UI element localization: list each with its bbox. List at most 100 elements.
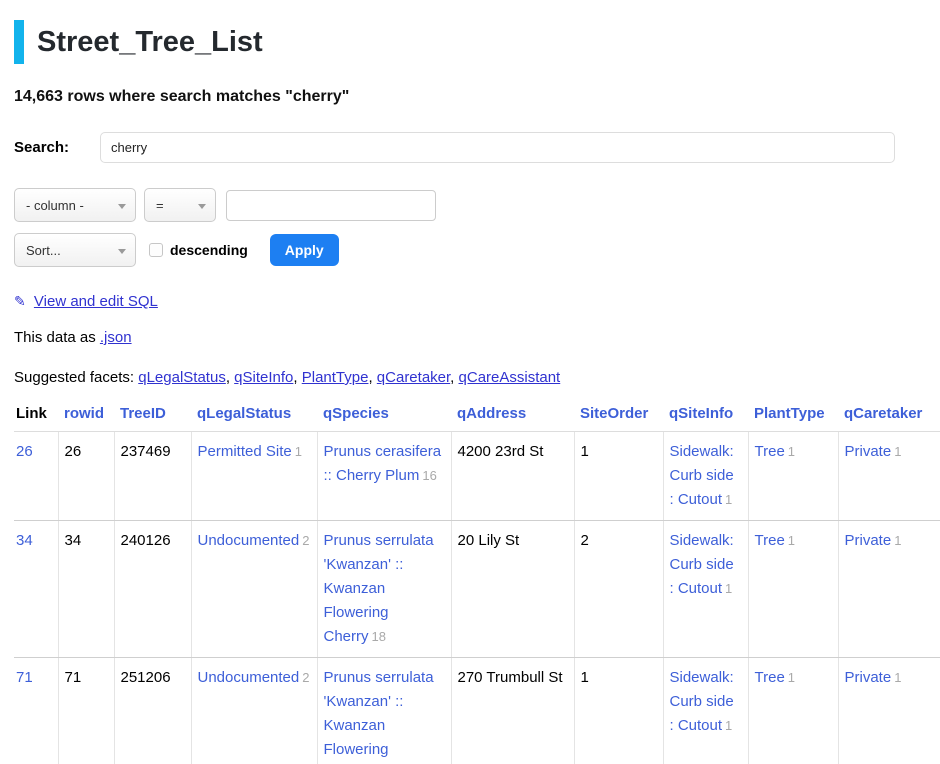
cell-qaddress: 270 Trumbull St xyxy=(451,658,574,764)
operator-select[interactable]: = xyxy=(144,188,216,222)
row-count-summary: 14,663 rows where search matches "cherry… xyxy=(14,88,940,106)
planttype-facet-link[interactable]: Tree xyxy=(755,669,785,686)
column-header-treeid: TreeID xyxy=(114,401,191,432)
facet-count: 1 xyxy=(725,581,732,596)
descending-checkbox[interactable] xyxy=(149,243,163,257)
cell-qaddress: 20 Lily St xyxy=(451,521,574,658)
cell-qaddress: 4200 23rd St xyxy=(451,432,574,521)
facet-separator: , xyxy=(226,369,234,386)
facets-prefix: Suggested facets: xyxy=(14,369,138,386)
facet-link-qcareassistant[interactable]: qCareAssistant xyxy=(459,369,561,386)
qcaretaker-facet-link[interactable]: Private xyxy=(845,443,892,460)
cell-planttype: Tree1 xyxy=(748,658,838,764)
cell-treeid: 237469 xyxy=(114,432,191,521)
json-link[interactable]: .json xyxy=(100,329,132,346)
search-label: Search: xyxy=(14,139,100,156)
facet-count: 1 xyxy=(788,533,795,548)
cell-rowid: 71 xyxy=(58,658,114,764)
cell-planttype: Tree1 xyxy=(748,521,838,658)
cell-siteorder: 2 xyxy=(574,521,663,658)
facet-count: 1 xyxy=(788,670,795,685)
cell-planttype: Tree1 xyxy=(748,432,838,521)
table-row: 26 26 237469 Permitted Site1 Prunus cera… xyxy=(14,432,940,521)
column-select-value: - column - xyxy=(26,198,84,213)
facet-separator: , xyxy=(293,369,301,386)
chevron-down-icon xyxy=(118,249,126,254)
facet-link-qsiteinfo[interactable]: qSiteInfo xyxy=(234,369,293,386)
page-title: Street_Tree_List xyxy=(37,26,263,59)
chevron-down-icon xyxy=(198,204,206,209)
page-header: Street_Tree_List xyxy=(14,20,940,64)
column-header-rowid: rowid xyxy=(58,401,114,432)
sort-row: Sort... descending Apply xyxy=(14,233,940,267)
planttype-facet-link[interactable]: Tree xyxy=(755,443,785,460)
facet-count: 1 xyxy=(894,533,901,548)
facet-count: 1 xyxy=(894,444,901,459)
cell-qsiteinfo: Sidewalk: Curb side : Cutout1 xyxy=(663,432,748,521)
qlegalstatus-facet-link[interactable]: Permitted Site xyxy=(198,443,292,460)
qcaretaker-facet-link[interactable]: Private xyxy=(845,532,892,549)
cell-siteorder: 1 xyxy=(574,658,663,764)
cell-qsiteinfo: Sidewalk: Curb side : Cutout1 xyxy=(663,521,748,658)
sort-column-planttype[interactable]: PlantType xyxy=(754,405,825,422)
facet-separator: , xyxy=(450,369,458,386)
results-table: Link rowid TreeID qLegalStatus qSpecies … xyxy=(14,401,940,764)
facet-link-qlegalstatus[interactable]: qLegalStatus xyxy=(138,369,226,386)
column-header-planttype: PlantType xyxy=(748,401,838,432)
sort-column-qlegalstatus[interactable]: qLegalStatus xyxy=(197,405,291,422)
facet-count: 2 xyxy=(302,670,309,685)
qspecies-facet-link[interactable]: Prunus serrulata 'Kwanzan' :: Kwanzan Fl… xyxy=(324,669,434,764)
view-edit-sql-link[interactable]: View and edit SQL xyxy=(34,293,158,310)
cell-qcaretaker: Private1 xyxy=(838,658,940,764)
cell-qspecies: Prunus serrulata 'Kwanzan' :: Kwanzan Fl… xyxy=(317,658,451,764)
row-link[interactable]: 71 xyxy=(16,669,33,686)
row-link[interactable]: 34 xyxy=(16,532,33,549)
sort-select-value: Sort... xyxy=(26,243,61,258)
column-header-qcaretaker: qCaretaker xyxy=(838,401,940,432)
facet-count: 1 xyxy=(725,492,732,507)
qcaretaker-facet-link[interactable]: Private xyxy=(845,669,892,686)
cell-rowid: 26 xyxy=(58,432,114,521)
data-as-prefix: This data as xyxy=(14,329,100,346)
sort-select[interactable]: Sort... xyxy=(14,233,136,267)
sort-column-qaddress[interactable]: qAddress xyxy=(457,405,526,422)
search-input[interactable] xyxy=(100,132,895,163)
row-link[interactable]: 26 xyxy=(16,443,33,460)
data-as-row: This data as .json xyxy=(14,329,940,346)
pencil-icon: ✎ xyxy=(14,293,26,309)
facet-count: 1 xyxy=(894,670,901,685)
facet-link-planttype[interactable]: PlantType xyxy=(302,369,369,386)
apply-button[interactable]: Apply xyxy=(270,234,339,266)
facet-count: 18 xyxy=(372,629,386,644)
facet-count: 2 xyxy=(302,533,309,548)
accent-bar xyxy=(14,20,24,64)
table-row: 34 34 240126 Undocumented2 Prunus serrul… xyxy=(14,521,940,658)
facet-count: 1 xyxy=(295,444,302,459)
planttype-facet-link[interactable]: Tree xyxy=(755,532,785,549)
cell-qspecies: Prunus cerasifera :: Cherry Plum16 xyxy=(317,432,451,521)
sort-column-treeid[interactable]: TreeID xyxy=(120,405,166,422)
facet-link-qcaretaker[interactable]: qCaretaker xyxy=(377,369,450,386)
cell-link: 71 xyxy=(14,658,58,764)
qlegalstatus-facet-link[interactable]: Undocumented xyxy=(198,669,300,686)
sort-column-qcaretaker[interactable]: qCaretaker xyxy=(844,405,922,422)
cell-qcaretaker: Private1 xyxy=(838,521,940,658)
descending-label: descending xyxy=(170,242,248,258)
column-header-qspecies: qSpecies xyxy=(317,401,451,432)
sort-column-qsiteinfo[interactable]: qSiteInfo xyxy=(669,405,733,422)
sort-column-qspecies[interactable]: qSpecies xyxy=(323,405,389,422)
column-select[interactable]: - column - xyxy=(14,188,136,222)
facet-count: 16 xyxy=(422,468,436,483)
cell-treeid: 240126 xyxy=(114,521,191,658)
cell-qsiteinfo: Sidewalk: Curb side : Cutout1 xyxy=(663,658,748,764)
filter-value-input[interactable] xyxy=(226,190,436,221)
cell-qspecies: Prunus serrulata 'Kwanzan' :: Kwanzan Fl… xyxy=(317,521,451,658)
qlegalstatus-facet-link[interactable]: Undocumented xyxy=(198,532,300,549)
suggested-facets-row: Suggested facets: qLegalStatus, qSiteInf… xyxy=(14,369,940,386)
cell-qlegalstatus: Undocumented2 xyxy=(191,521,317,658)
sql-link-row: ✎ View and edit SQL xyxy=(14,293,940,310)
cell-qlegalstatus: Permitted Site1 xyxy=(191,432,317,521)
facet-separator: , xyxy=(368,369,376,386)
sort-column-rowid[interactable]: rowid xyxy=(64,405,104,422)
sort-column-siteorder[interactable]: SiteOrder xyxy=(580,405,648,422)
